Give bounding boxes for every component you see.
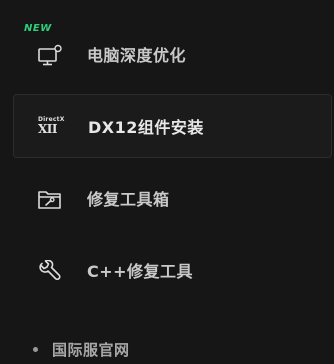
menu-item-cpp-repair[interactable]: C++修复工具 bbox=[13, 238, 332, 302]
menu-item-dx12-install[interactable]: DirectX XII DX12组件安装 bbox=[13, 94, 332, 158]
toolbox-wrench-icon bbox=[38, 191, 61, 209]
sidebar-menu: NEW 电脑深度优化 DirectX XII DX12组件安装 修复工具箱 C+… bbox=[0, 0, 334, 364]
menu-item-repair-toolbox[interactable]: 修复工具箱 bbox=[13, 166, 332, 230]
menu-item-label: DX12组件安装 bbox=[88, 118, 204, 137]
menu-item-label: 修复工具箱 bbox=[87, 190, 170, 209]
link-label: 国际服官网 bbox=[52, 340, 130, 359]
wrench-icon bbox=[39, 260, 61, 281]
menu-item-label: 电脑深度优化 bbox=[87, 46, 187, 65]
menu-item-pc-optimize[interactable]: NEW 电脑深度优化 bbox=[13, 22, 332, 86]
monitor-settings-icon bbox=[38, 44, 62, 66]
directx-icon: DirectX XII bbox=[38, 116, 65, 136]
bullet-dot bbox=[33, 346, 38, 352]
new-badge: NEW bbox=[24, 23, 52, 34]
intl-server-website-link[interactable]: 国际服官网 bbox=[33, 337, 130, 361]
menu-item-label: C++修复工具 bbox=[87, 262, 194, 281]
